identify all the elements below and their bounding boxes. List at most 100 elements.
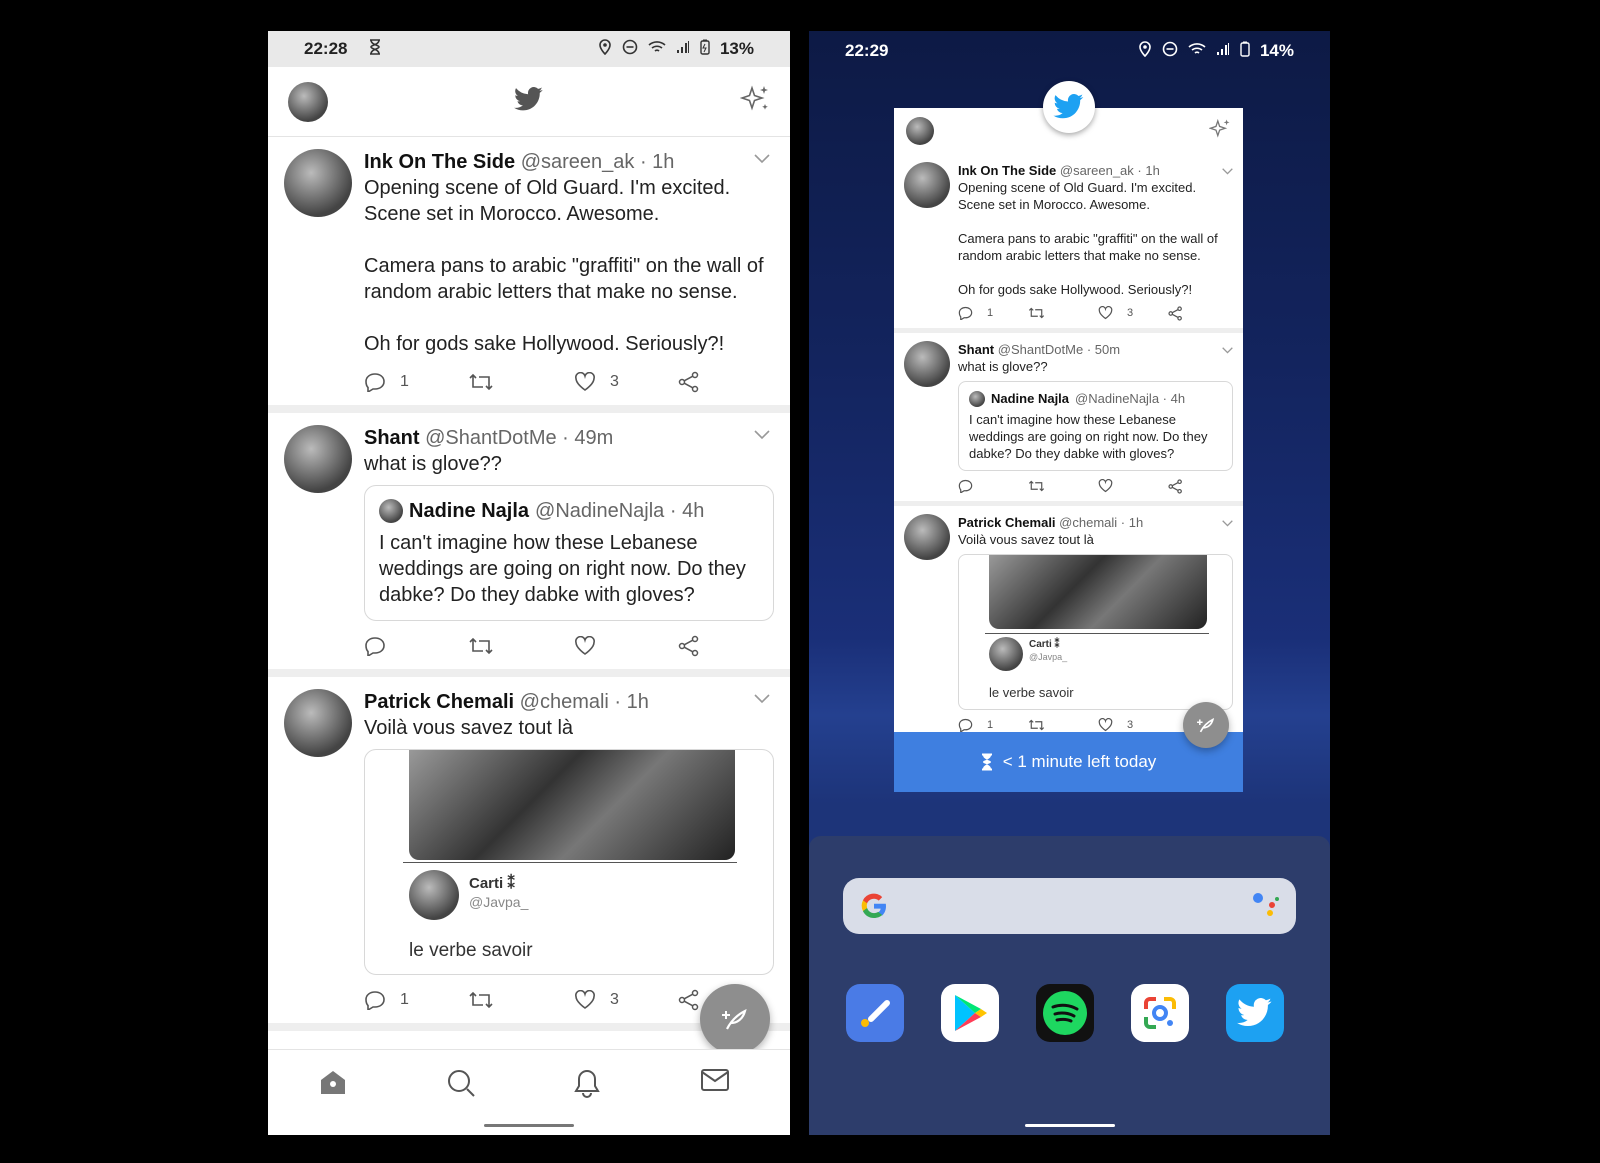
like-button[interactable]: 3 [574, 372, 678, 392]
tweet-text: Voilà vous savez tout là [958, 532, 1094, 547]
tweet-avatar [904, 341, 950, 387]
tweet-avatar[interactable] [284, 149, 352, 217]
status-bar: 22:29 14% [809, 31, 1330, 71]
reply-icon [958, 718, 973, 732]
hourglass-icon [981, 753, 992, 771]
retweet-icon [1028, 307, 1045, 319]
battery-icon [1240, 41, 1250, 62]
tweet[interactable]: Shant @ShantDotMe · 49m what is glove?? … [268, 413, 790, 677]
tweet-author-name: Patrick Chemali [958, 515, 1056, 530]
battery-icon [700, 39, 710, 60]
notifications-bell-icon[interactable] [573, 1068, 601, 1103]
tweet-handle-time: @sareen_ak · 1h [1059, 163, 1160, 178]
retweet-icon [469, 637, 493, 655]
tweet-handle-time: @ShantDotMe · 49m [425, 427, 614, 449]
reply-button[interactable]: 1 [364, 990, 468, 1010]
like-count: 3 [610, 991, 619, 1008]
dnd-icon [1162, 41, 1178, 62]
share-button[interactable] [678, 989, 700, 1011]
tweet-author-name: Shant [958, 342, 995, 357]
hourglass-icon [369, 38, 381, 60]
like-button[interactable]: 3 [574, 990, 678, 1010]
reply-icon [958, 306, 973, 320]
like-count: 3 [1127, 307, 1134, 319]
media-author-name: Carti ⁑ [469, 875, 515, 892]
tweet-author-name[interactable]: Ink On The Side [364, 151, 515, 173]
app-badge-twitter[interactable] [1043, 81, 1095, 133]
compose-tweet-button[interactable] [700, 984, 770, 1054]
recent-app-card[interactable]: Ink On The Side @sareen_ak · 1h Opening … [894, 108, 1243, 732]
chevron-down-icon[interactable] [754, 691, 770, 709]
tweet[interactable]: Ink On The Side @sareen_ak · 1h Opening … [268, 137, 790, 413]
heart-icon [575, 990, 595, 1009]
twitter-bird-icon [1237, 998, 1272, 1027]
sparkle-icon[interactable] [739, 84, 770, 119]
quoted-avatar [379, 499, 403, 523]
reply-button [958, 479, 1028, 493]
quoted-handle-time: @NadineNajla · 4h [1075, 391, 1186, 406]
messages-icon[interactable] [700, 1068, 730, 1097]
tweet-author-name[interactable]: Shant [364, 427, 420, 449]
tweet-media[interactable]: Carti ⁑ @Javpa_ le verbe savoir [364, 749, 774, 975]
quoted-tweet[interactable]: Nadine Najla @NadineNajla · 4h I can't i… [364, 485, 774, 621]
reply-icon [958, 479, 973, 493]
tweet-author-name[interactable]: Patrick Chemali [364, 691, 514, 713]
media-photo [989, 555, 1207, 629]
reply-icon [365, 373, 385, 392]
reply-count: 1 [400, 373, 409, 390]
tasks-app-icon [861, 1000, 890, 1027]
heart-icon [1098, 479, 1113, 493]
share-button [1168, 478, 1183, 494]
tweet-author-name: Ink On The Side [958, 163, 1057, 178]
spotify-icon [1043, 991, 1087, 1035]
tweet-avatar[interactable] [284, 689, 352, 757]
dock-app-play-store[interactable] [941, 984, 999, 1042]
wifi-icon [1188, 41, 1206, 61]
retweet-button[interactable] [468, 636, 574, 656]
tweet-avatar[interactable] [284, 425, 352, 493]
gesture-bar[interactable] [484, 1124, 574, 1127]
media-caption: le verbe savoir [409, 940, 533, 961]
search-icon[interactable] [446, 1068, 476, 1103]
media-divider [985, 633, 1209, 634]
media-caption: le verbe savoir [989, 685, 1074, 700]
retweet-button[interactable] [468, 372, 574, 392]
reply-button[interactable] [364, 636, 468, 656]
reply-button[interactable]: 1 [364, 372, 468, 392]
location-icon [598, 38, 612, 60]
quoted-text: I can't imagine how these Lebanese weddi… [379, 532, 746, 606]
dnd-icon [622, 39, 638, 60]
share-button[interactable] [678, 371, 700, 393]
reply-count: 1 [987, 719, 994, 731]
like-count: 3 [610, 373, 619, 390]
profile-avatar[interactable] [288, 81, 328, 122]
share-button[interactable] [678, 635, 700, 657]
dock-app-google-lens[interactable] [1131, 984, 1189, 1042]
quoted-text: I can't imagine how these Lebanese weddi… [969, 412, 1208, 461]
share-icon [1168, 478, 1182, 494]
quoted-avatar [969, 390, 985, 407]
tweet-text: Opening scene of Old Guard. I'm excited.… [364, 177, 764, 355]
chevron-down-icon[interactable] [754, 151, 770, 169]
dock-app-twitter[interactable] [1226, 984, 1284, 1042]
like-button[interactable] [574, 636, 678, 656]
gesture-bar[interactable] [1024, 1124, 1115, 1127]
retweet-button[interactable] [468, 990, 574, 1010]
tweet-actions: 1 3 [364, 369, 774, 395]
dock-app-spotify[interactable] [1036, 984, 1094, 1042]
like-button [1098, 479, 1168, 493]
twitter-bird-icon [514, 86, 544, 117]
tweet[interactable]: Patrick Chemali @chemali · 1h Voilà vous… [268, 677, 790, 1031]
google-assistant-icon[interactable] [1252, 891, 1280, 922]
tweet-text: Opening scene of Old Guard. I'm excited.… [958, 180, 1218, 297]
heart-icon [575, 372, 595, 391]
chevron-down-icon[interactable] [754, 427, 770, 445]
profile-avatar [906, 117, 934, 145]
google-g-icon [861, 893, 886, 919]
chevron-down-icon [1222, 341, 1233, 359]
heart-icon [575, 636, 595, 655]
home-icon[interactable] [318, 1068, 348, 1101]
dock-app-tasks[interactable] [846, 984, 904, 1042]
google-search-bar[interactable] [843, 878, 1296, 934]
twitter-bird-icon [1053, 94, 1084, 119]
